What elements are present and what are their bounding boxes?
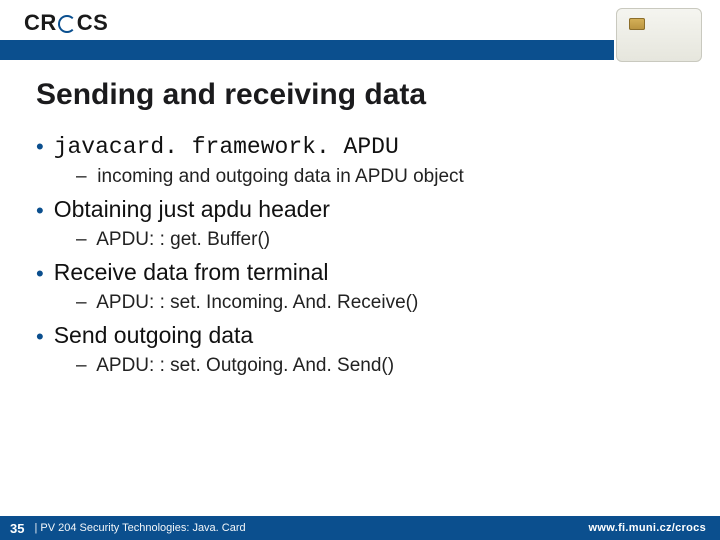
list-item: • Obtaining just apdu header – APDU: : g… (36, 196, 684, 251)
bullet-text: javacard. framework. APDU (54, 134, 399, 160)
sub-bullet-text: APDU: : set. Incoming. And. Receive() (96, 292, 418, 313)
smartcard-chip-icon (629, 18, 645, 30)
bullet-text: Send outgoing data (54, 322, 254, 349)
list-item: • Receive data from terminal – APDU: : s… (36, 259, 684, 314)
bullet-level2: – APDU: : get. Buffer() (76, 229, 684, 251)
course-label: | PV 204 Security Technologies: Java. Ca… (34, 522, 245, 534)
list-item: • Send outgoing data – APDU: : set. Outg… (36, 322, 684, 377)
slide-footer: 35 | PV 204 Security Technologies: Java.… (0, 516, 720, 540)
slide-title: Sending and receiving data (36, 78, 684, 112)
logo-right: CS (77, 10, 109, 35)
bullet-level2: – incoming and outgoing data in APDU obj… (76, 166, 684, 188)
footer-left: 35 | PV 204 Security Technologies: Java.… (10, 521, 246, 536)
bullet-list: • javacard. framework. APDU – incoming a… (36, 134, 684, 377)
bullet-dash-icon: – (76, 166, 92, 188)
bullet-text: Obtaining just apdu header (54, 196, 330, 223)
header-accent-bar (0, 40, 614, 60)
logo-left: CR (24, 10, 57, 35)
bullet-dot-icon: • (36, 136, 44, 158)
footer-url: www.fi.muni.cz/crocs (589, 522, 706, 534)
bullet-level1: • javacard. framework. APDU (36, 134, 684, 160)
list-item: • javacard. framework. APDU – incoming a… (36, 134, 684, 188)
sub-bullet-text: incoming and outgoing data in APDU objec… (97, 166, 464, 187)
bullet-dot-icon: • (36, 326, 44, 348)
smartcard-icon (616, 8, 702, 62)
bullet-dot-icon: • (36, 200, 44, 222)
bullet-level1: • Obtaining just apdu header (36, 196, 684, 223)
bullet-dash-icon: – (76, 229, 92, 251)
bullet-level2: – APDU: : set. Outgoing. And. Send() (76, 355, 684, 377)
bullet-level1: • Send outgoing data (36, 322, 684, 349)
bullet-text: Receive data from terminal (54, 259, 329, 286)
page-number: 35 (10, 521, 24, 536)
sub-bullet-text: APDU: : get. Buffer() (96, 229, 270, 250)
bullet-dash-icon: – (76, 292, 92, 314)
bullet-level1: • Receive data from terminal (36, 259, 684, 286)
sub-bullet-text: APDU: : set. Outgoing. And. Send() (96, 355, 394, 376)
slide-header: CR CS (0, 0, 720, 64)
crocs-logo: CR CS (24, 10, 108, 36)
bullet-dot-icon: • (36, 263, 44, 285)
bullet-dash-icon: – (76, 355, 92, 377)
slide-content: Sending and receiving data • javacard. f… (36, 78, 684, 385)
bullet-level2: – APDU: : set. Incoming. And. Receive() (76, 292, 684, 314)
logo-o-icon (58, 15, 76, 33)
